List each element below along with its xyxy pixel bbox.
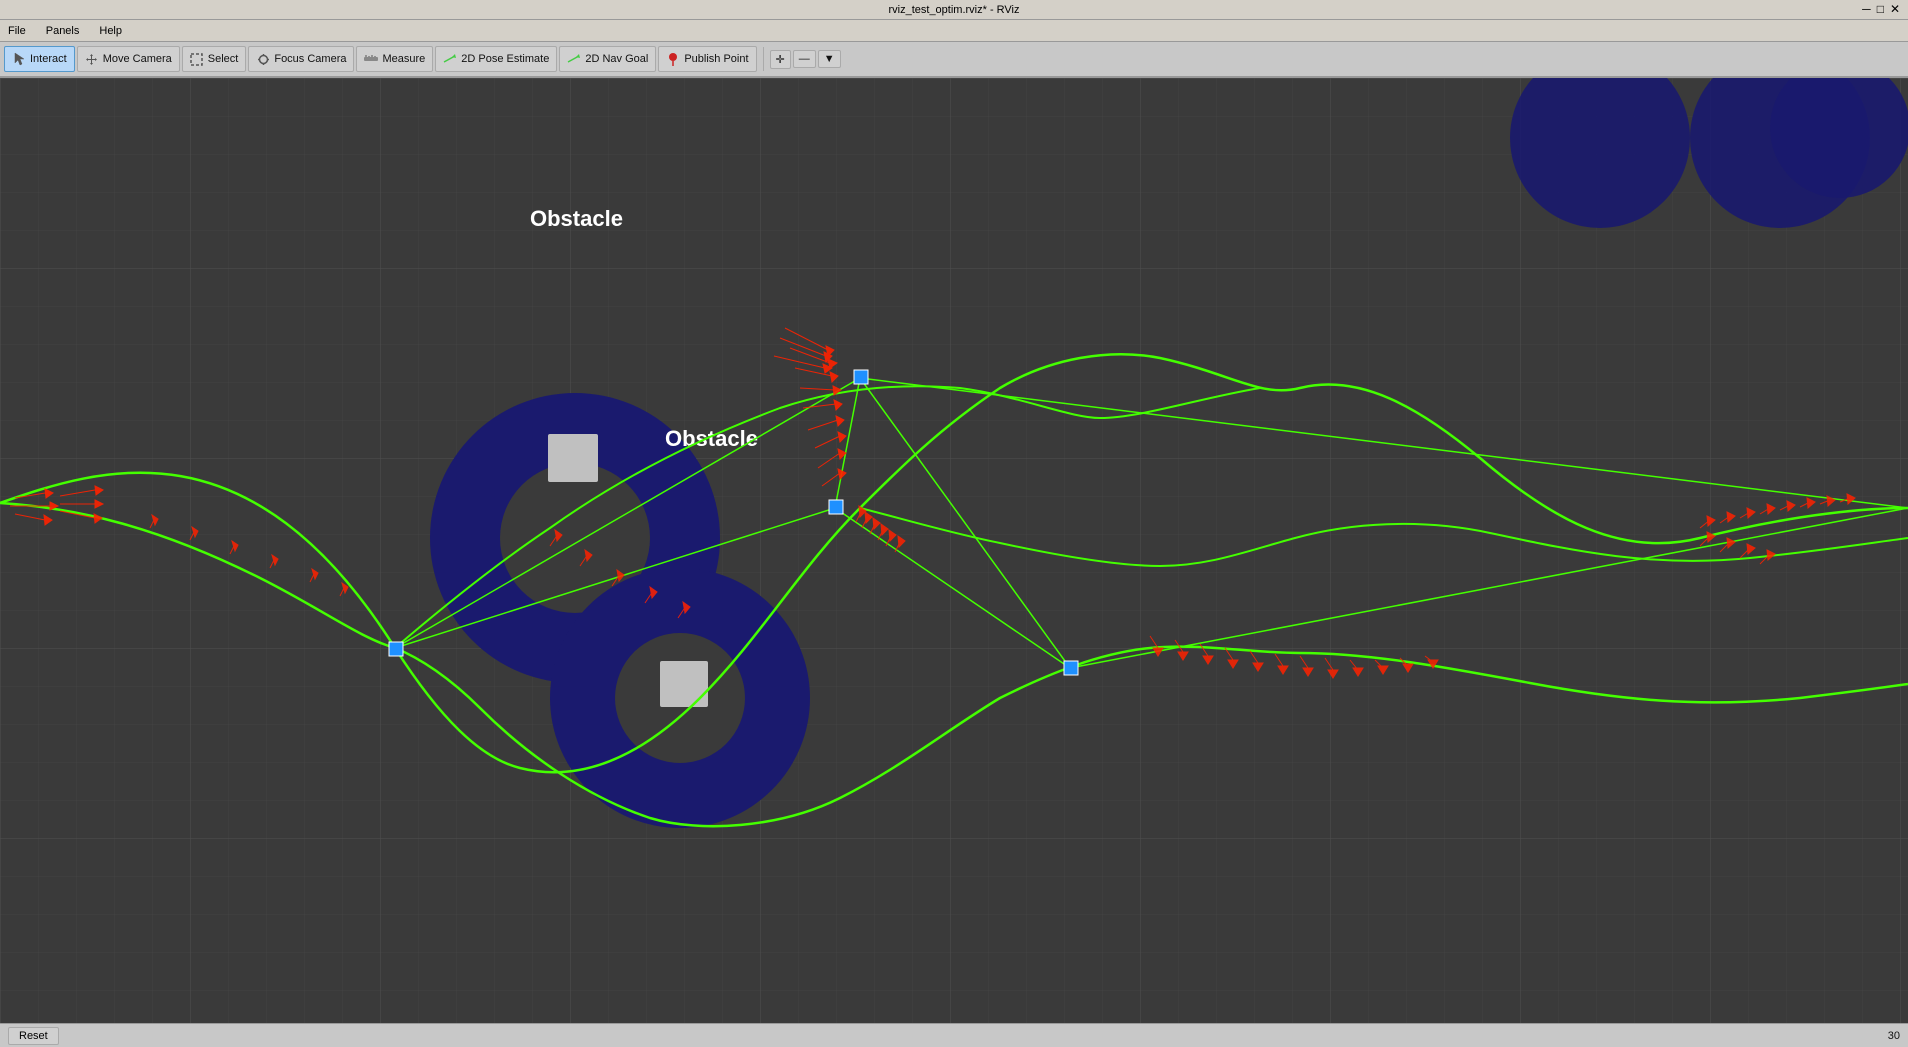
- tool-select[interactable]: Select: [182, 46, 247, 72]
- close-btn[interactable]: ✕: [1890, 2, 1900, 16]
- title-text: rviz_test_optim.rviz* - RViz: [888, 4, 1019, 16]
- tool-interact[interactable]: Interact: [4, 46, 75, 72]
- obstacle-label-1: Obstacle: [530, 206, 623, 231]
- statusbar: Reset 30: [0, 1023, 1908, 1047]
- ruler-icon: [364, 52, 378, 66]
- tool-measure-label: Measure: [382, 53, 425, 65]
- pose-icon: [443, 52, 457, 66]
- canvas-area[interactable]: Obstacle Obstacle: [0, 78, 1908, 1023]
- separator-btn[interactable]: —: [793, 50, 816, 68]
- tool-select-label: Select: [208, 53, 239, 65]
- menu-file[interactable]: File: [4, 23, 30, 39]
- reset-button[interactable]: Reset: [8, 1027, 59, 1045]
- tool-publish-point[interactable]: Publish Point: [658, 46, 756, 72]
- fps-display: 30: [1888, 1030, 1900, 1042]
- tool-2d-nav-goal[interactable]: 2D Nav Goal: [559, 46, 656, 72]
- move-icon: [85, 52, 99, 66]
- minimize-btn[interactable]: ─: [1862, 2, 1871, 16]
- point-icon: [666, 52, 680, 66]
- visualization-svg: Obstacle Obstacle: [0, 78, 1908, 1023]
- toolbar-separator: [763, 47, 764, 71]
- menu-panels[interactable]: Panels: [42, 23, 84, 39]
- crosshair-btn[interactable]: ✛: [770, 50, 791, 69]
- menu-help[interactable]: Help: [95, 23, 126, 39]
- tool-measure[interactable]: Measure: [356, 46, 433, 72]
- nav-icon: [567, 52, 581, 66]
- tool-move-camera[interactable]: Move Camera: [77, 46, 180, 72]
- tool-focus-camera[interactable]: Focus Camera: [248, 46, 354, 72]
- tool-interact-label: Interact: [30, 53, 67, 65]
- tool-move-camera-label: Move Camera: [103, 53, 172, 65]
- crosshair-icon: ✛: [776, 54, 785, 66]
- sep-icon: —: [799, 53, 810, 65]
- tool-2d-nav-goal-label: 2D Nav Goal: [585, 53, 648, 65]
- toolbar: Interact Move Camera Select Focus Camera…: [0, 42, 1908, 78]
- tool-publish-point-label: Publish Point: [684, 53, 748, 65]
- dropdown-btn[interactable]: ▼: [818, 50, 841, 68]
- menubar: File Panels Help: [0, 20, 1908, 42]
- maximize-btn[interactable]: □: [1877, 2, 1884, 16]
- titlebar: rviz_test_optim.rviz* - RViz ─ □ ✕: [0, 0, 1908, 20]
- select-icon: [190, 52, 204, 66]
- focus-icon: [256, 52, 270, 66]
- tool-2d-pose-estimate[interactable]: 2D Pose Estimate: [435, 46, 557, 72]
- tool-2d-pose-estimate-label: 2D Pose Estimate: [461, 53, 549, 65]
- cursor-icon: [12, 52, 26, 66]
- tool-focus-camera-label: Focus Camera: [274, 53, 346, 65]
- obstacle-label-2: Obstacle: [665, 426, 758, 451]
- dropdown-icon: ▼: [824, 53, 835, 65]
